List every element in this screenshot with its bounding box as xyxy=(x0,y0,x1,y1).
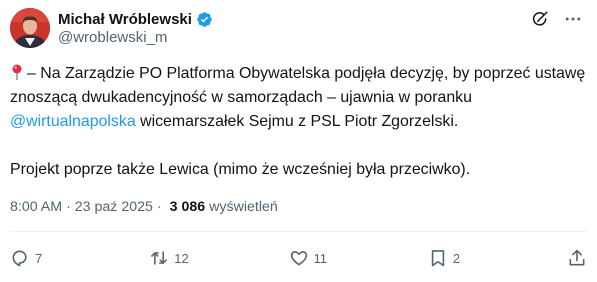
tweet-time[interactable]: 8:00 AM xyxy=(10,199,62,215)
views-count: 3 086 xyxy=(169,199,206,215)
reply-count: 7 xyxy=(35,250,43,266)
action-bar: 7 12 11 2 xyxy=(10,246,587,270)
avatar-image xyxy=(10,8,50,48)
verified-badge-icon[interactable] xyxy=(196,11,213,28)
views-label: wyświetleń xyxy=(209,199,278,215)
tweet-text: – Na Zarządzie PO Platforma Obywatelska … xyxy=(10,62,587,182)
author-display-name[interactable]: Michał Wróblewski xyxy=(58,11,192,28)
divider xyxy=(10,231,587,232)
tweet-paragraph-1: – Na Zarządzie PO Platforma Obywatelska … xyxy=(10,62,587,134)
like-count: 11 xyxy=(313,250,328,266)
author-name-row: Michał Wróblewski xyxy=(58,9,213,29)
bookmark-button[interactable]: 2 xyxy=(428,248,468,268)
tweet-text-part-1: – Na Zarządzie PO Platforma Obywatelska … xyxy=(10,65,586,106)
meta-separator: · xyxy=(156,199,162,215)
grok-icon[interactable] xyxy=(531,10,549,33)
tweet-date[interactable]: 23 paź 2025 xyxy=(75,199,153,215)
repost-icon xyxy=(149,248,169,268)
top-actions xyxy=(531,9,583,34)
round-pushpin-icon xyxy=(10,64,24,80)
author-handle[interactable]: @wroblewski_m xyxy=(58,29,167,46)
avatar[interactable] xyxy=(10,8,50,48)
tweet-text-part-2: wicemarszałek Sejmu z PSL Piotr Zgorzels… xyxy=(135,113,459,130)
bookmark-count: 2 xyxy=(452,250,460,266)
more-icon[interactable] xyxy=(563,9,583,34)
share-icon xyxy=(567,248,587,268)
tweet-meta: 8:00 AM · 23 paź 2025 · 3 086 wyświetleń xyxy=(10,199,278,215)
reply-icon xyxy=(10,248,30,268)
bookmark-icon xyxy=(428,248,448,268)
meta-separator: · xyxy=(66,199,71,215)
mention-link[interactable]: @wirtualnapolska xyxy=(10,113,136,130)
repost-count: 12 xyxy=(174,250,189,266)
like-button[interactable]: 11 xyxy=(289,248,329,268)
like-icon xyxy=(289,248,309,268)
share-button[interactable] xyxy=(567,248,587,268)
repost-button[interactable]: 12 xyxy=(149,248,189,268)
reply-button[interactable]: 7 xyxy=(10,248,50,268)
tweet-paragraph-2: Projekt poprze także Lewica (mimo że wcz… xyxy=(10,161,471,178)
